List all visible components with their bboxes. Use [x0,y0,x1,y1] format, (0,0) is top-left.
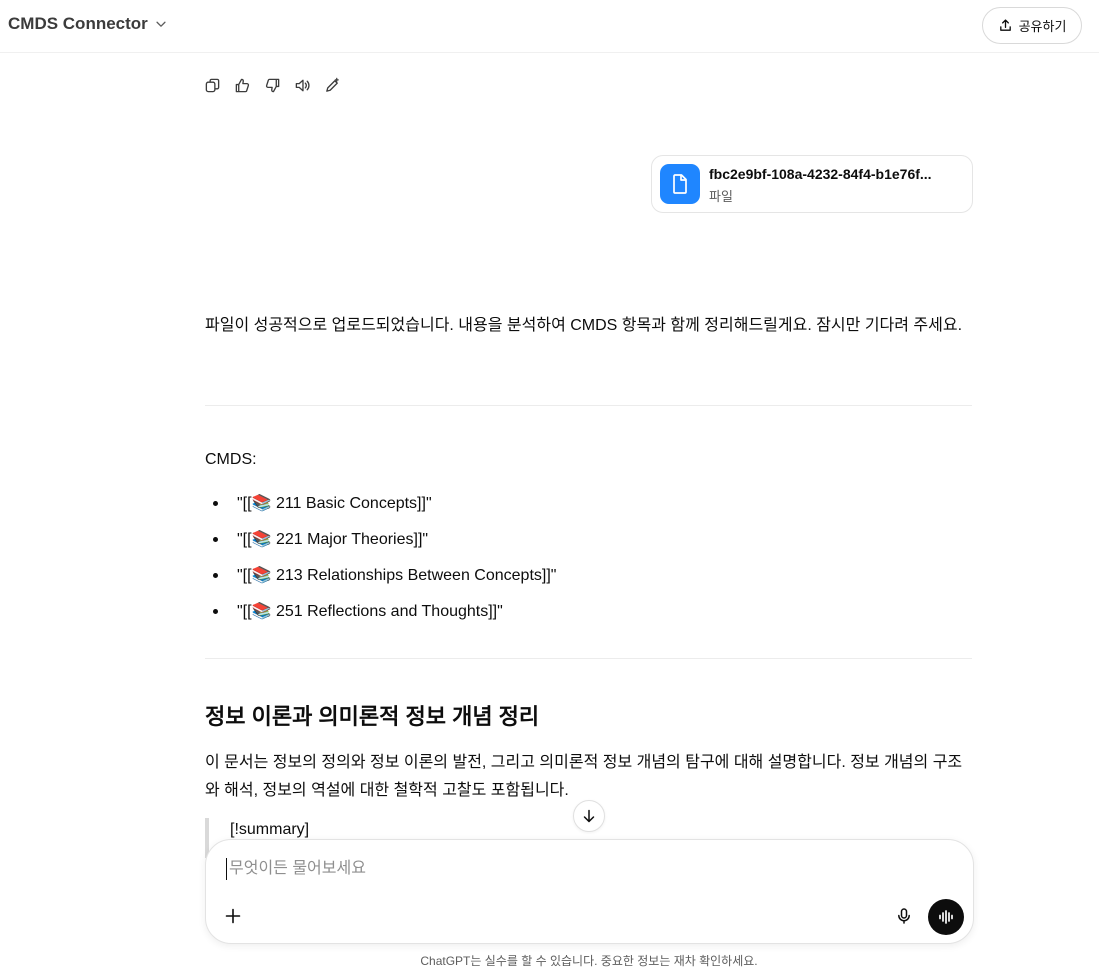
share-button[interactable]: 공유하기 [982,7,1082,44]
file-name: fbc2e9bf-108a-4232-84f4-b1e76f... [709,166,932,182]
cmds-label: CMDS: [205,451,257,468]
list-item: "[[📚 213 Relationships Between Concepts]… [213,557,556,593]
microphone-icon [898,908,910,924]
share-icon [999,19,1011,31]
chat-title: CMDS Connector [8,14,148,33]
disclaimer-text: ChatGPT는 실수를 할 수 있습니다. 중요한 정보는 재차 확인하세요. [420,954,758,968]
edit-icon [325,77,339,92]
edit-in-canvas-button[interactable] [322,74,342,96]
list-item: "[[📚 251 Reflections and Thoughts]]" [213,593,556,629]
summary-paragraph: 이 문서는 정보의 정의와 정보 이론의 발전, 그리고 의미론적 정보 개념의… [205,754,963,799]
read-aloud-icon [295,79,310,91]
copy-icon [205,78,219,92]
waveform-icon [939,910,953,924]
like-button[interactable] [232,74,252,96]
dictate-button[interactable] [893,905,915,927]
divider [205,658,972,659]
divider [205,405,972,406]
list-item: "[[📚 211 Basic Concepts]]" [213,485,556,521]
dislike-button[interactable] [262,74,282,96]
upload-confirmation-text: 파일이 성공적으로 업로드되었습니다. 내용을 분석하여 CMDS 항목과 함께… [205,317,963,334]
chevron-down-icon [156,21,166,27]
message-actions [202,74,342,96]
file-attachment[interactable]: fbc2e9bf-108a-4232-84f4-b1e76f... 파일 [651,155,973,213]
callout-text: [!summary] [230,821,310,838]
read-aloud-button[interactable] [292,74,312,96]
cmds-list: "[[📚 211 Basic Concepts]]" "[[📚 221 Majo… [213,485,556,629]
voice-mode-button[interactable] [928,899,964,935]
plus-icon [225,908,241,924]
file-icon [660,164,700,204]
share-label: 공유하기 [1018,20,1067,35]
composer [205,839,974,944]
prompt-input[interactable] [226,858,926,880]
copy-button[interactable] [202,74,222,96]
thumbs-up-icon [235,78,249,92]
add-attachment-button[interactable] [222,905,244,927]
model-selector[interactable]: CMDS Connector [8,14,168,34]
scroll-down-button[interactable] [573,800,605,832]
file-type: 파일 [709,190,733,205]
top-bar: CMDS Connector 공유하기 [0,0,1099,53]
section-heading: 정보 이론과 의미론적 정보 개념 정리 [205,704,540,729]
arrow-down-icon [583,809,595,823]
thumbs-down-icon [265,78,279,92]
list-item: "[[📚 221 Major Theories]]" [213,521,556,557]
